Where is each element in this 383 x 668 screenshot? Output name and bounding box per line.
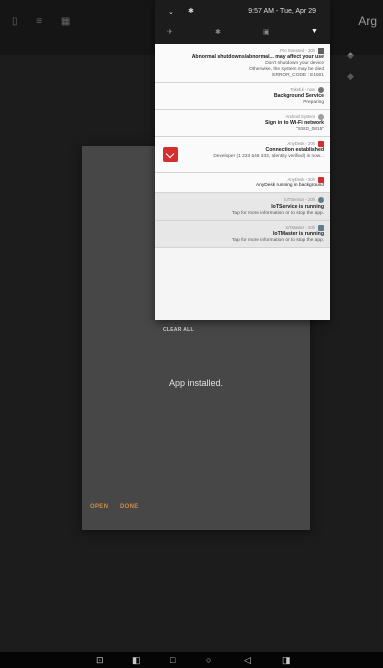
- clear-all-button[interactable]: CLEAR ALL: [163, 327, 194, 333]
- screenshot-icon[interactable]: ⊡: [96, 654, 104, 666]
- app-bar-title: Arg: [358, 14, 377, 28]
- shade-header: ⌄ ✱ 9:57 AM - Tue, Apr 29 ✈ ✱ ▣ ▼: [155, 0, 330, 44]
- volume-up-icon[interactable]: ◨: [282, 654, 291, 666]
- notification-text: ERROR_CODE : E1501: [272, 73, 324, 79]
- notification-app: IoTMaster - 20h: [285, 224, 315, 230]
- back-icon[interactable]: ◁: [244, 654, 251, 666]
- notification-text: AnyDesk running in background: [256, 183, 324, 189]
- wifi-icon[interactable]: ▼: [311, 28, 318, 35]
- iot-icon: [318, 224, 324, 231]
- wifi-icon: [318, 114, 324, 121]
- airplane-icon[interactable]: ✈: [167, 28, 173, 36]
- recents-icon[interactable]: □: [170, 654, 175, 666]
- notification-app: AnyDesk - 20h: [287, 177, 315, 183]
- volume-down-icon[interactable]: ◧: [132, 654, 141, 666]
- notification-app: Pro Stressed - 20h: [280, 48, 315, 54]
- home-icon[interactable]: ○: [206, 654, 211, 666]
- gear-icon[interactable]: ✱: [188, 7, 194, 15]
- notification-item[interactable]: AnyDesk - 20h AnyDesk running in backgro…: [155, 173, 330, 194]
- notification-app: AnyDesk - 20h: [287, 141, 315, 147]
- notification-item[interactable]: Takeful - now Background Service Prepari…: [155, 83, 330, 111]
- notification-text: Preparing: [303, 100, 324, 106]
- open-button[interactable]: OPEN: [90, 504, 108, 510]
- app-bar-icons: ▯ ≡ ▦: [12, 16, 79, 27]
- anydesk-icon: [163, 147, 178, 163]
- notification-item[interactable]: Android System Sign in to Wi-Fi network …: [155, 110, 330, 138]
- bluetooth-icon[interactable]: ✱: [215, 28, 221, 36]
- chevron-down-icon[interactable]: ⌄: [168, 8, 174, 16]
- iot-icon: [318, 197, 324, 204]
- status-clock: 9:57 AM - Tue, Apr 29: [248, 8, 316, 15]
- notification-item[interactable]: AnyDesk - 20h Connection established Dev…: [155, 137, 330, 174]
- notification-app: Android System: [285, 114, 315, 120]
- notification-title: IoTMaster is running: [272, 230, 324, 237]
- shield-icon: [318, 87, 324, 94]
- notification-app: Takeful - now: [290, 87, 315, 93]
- notification-item[interactable]: Pro Stressed - 20h Abnormal shutdowns/ab…: [155, 44, 330, 84]
- navigation-bar: ⊡ ◧ □ ○ ◁ ◨: [0, 652, 383, 668]
- notification-app: IoTService - 20h: [284, 197, 315, 203]
- notification-text: "SSID_0815": [296, 127, 324, 133]
- screen: ▯ ≡ ▦ Arg ◆ ◆ App installed. DONE OPEN C…: [0, 0, 383, 668]
- quick-settings-row: ✈ ✱ ▣ ▼: [155, 28, 330, 42]
- anydesk-icon: [318, 141, 324, 148]
- notification-item[interactable]: IoTMaster - 20h IoTMaster is running Tap…: [155, 220, 330, 248]
- warning-icon: [318, 48, 324, 54]
- done-button[interactable]: DONE: [120, 504, 139, 510]
- notification-title: IoTService is running: [271, 203, 324, 210]
- notification-shade: ⌄ ✱ 9:57 AM - Tue, Apr 29 ✈ ✱ ▣ ▼ Pro St…: [155, 0, 330, 320]
- notification-text: Tap for more information or to stop the …: [232, 210, 324, 216]
- notification-title: Background Service: [273, 93, 324, 100]
- notification-item[interactable]: IoTService - 20h IoTService is running T…: [155, 193, 330, 221]
- rotate-icon[interactable]: ▣: [263, 28, 270, 36]
- notification-text: Tap for more information or to stop the …: [232, 237, 324, 243]
- notification-text: Developer (1 233 546 333, Identity verif…: [213, 154, 324, 160]
- dialog-message: App installed.: [168, 378, 224, 388]
